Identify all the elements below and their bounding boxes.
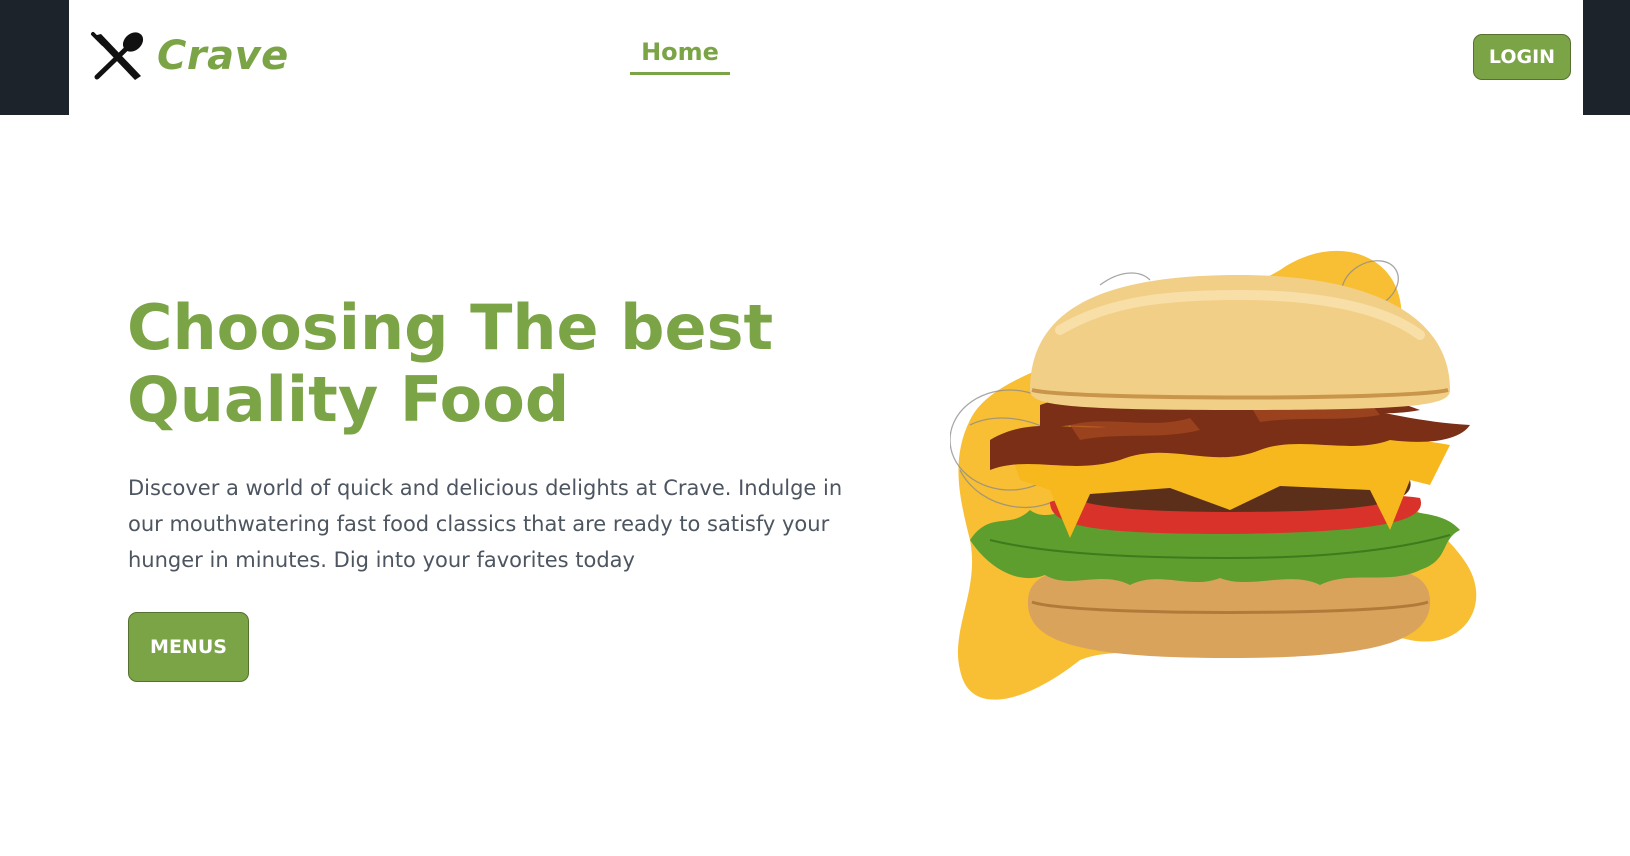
hero-title-line1: Choosing The best: [127, 291, 774, 364]
crossed-fork-spoon-icon: [91, 32, 144, 80]
hero-title-line2: Quality Food: [127, 363, 570, 436]
hero-description: Discover a world of quick and delicious …: [128, 476, 843, 572]
burger-image: [950, 250, 1477, 700]
right-dark-panel: [1583, 0, 1630, 115]
left-dark-panel: [0, 0, 69, 115]
hero-title: Choosing The best Quality Food: [127, 292, 847, 436]
brand-logo[interactable]: Crave: [89, 30, 289, 82]
nav-link-home[interactable]: Home: [630, 38, 730, 75]
page: Crave Home LOGIN Choosing The best Quali…: [0, 0, 1630, 856]
login-button[interactable]: LOGIN: [1473, 34, 1571, 80]
top-navbar: Crave Home LOGIN: [69, 0, 1583, 115]
menus-button[interactable]: MENUS: [128, 612, 249, 682]
brand-name: Crave: [157, 33, 289, 79]
